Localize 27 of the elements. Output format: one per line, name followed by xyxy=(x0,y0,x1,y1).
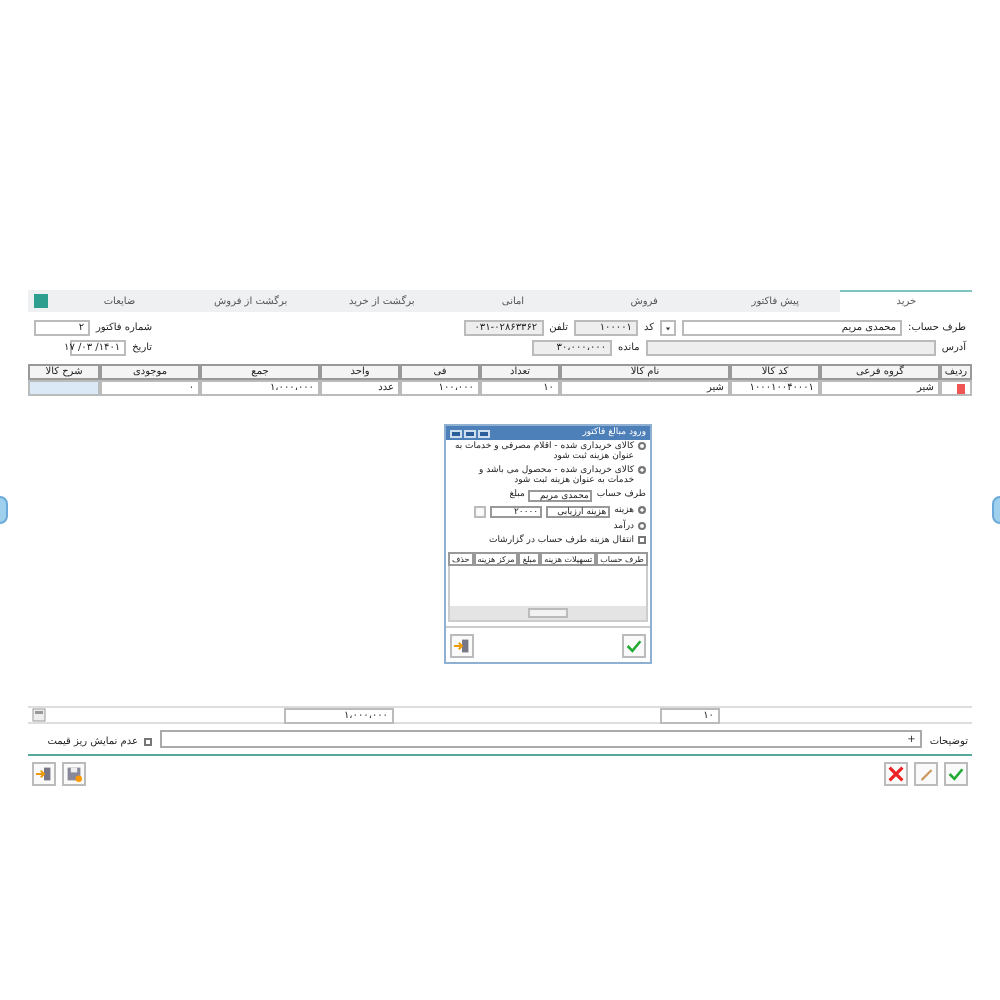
delete-button[interactable] xyxy=(884,762,908,786)
delete-icon[interactable] xyxy=(956,382,966,394)
exit-door-icon xyxy=(36,766,52,782)
radio-button[interactable] xyxy=(638,466,646,474)
dropdown-field[interactable] xyxy=(660,320,677,336)
radio-button[interactable] xyxy=(638,506,646,514)
save-button[interactable] xyxy=(62,762,86,786)
confirm-button[interactable] xyxy=(622,633,646,657)
menu-icon[interactable] xyxy=(33,294,48,308)
table-cell xyxy=(28,380,100,396)
pencil-icon xyxy=(918,766,934,782)
exit-door-icon xyxy=(454,637,470,653)
checkbox[interactable] xyxy=(144,738,152,746)
edit-button[interactable] xyxy=(914,762,938,786)
checkbox[interactable] xyxy=(638,536,646,544)
scrollbar[interactable] xyxy=(450,606,646,620)
exit-button[interactable] xyxy=(450,633,474,657)
address-field[interactable] xyxy=(645,340,936,356)
calculator-icon[interactable] xyxy=(32,708,46,722)
exit-button[interactable] xyxy=(32,762,56,786)
radio-button[interactable] xyxy=(638,522,646,530)
radio-button[interactable] xyxy=(638,442,646,450)
check-icon xyxy=(626,637,642,653)
caret-icon xyxy=(666,325,671,331)
confirm-button[interactable] xyxy=(944,762,968,786)
save-icon xyxy=(66,766,82,782)
check-icon xyxy=(948,766,964,782)
